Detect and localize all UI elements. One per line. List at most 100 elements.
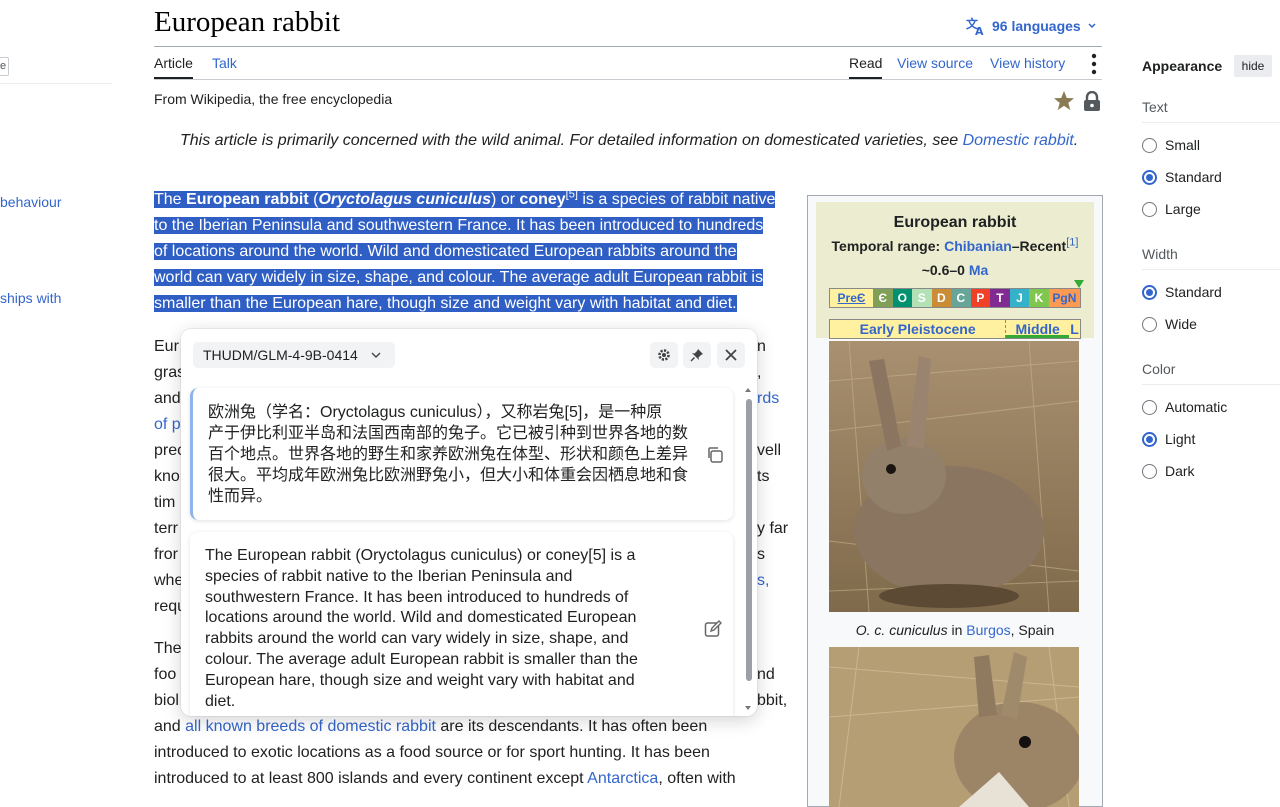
period-cell[interactable]: O xyxy=(892,289,913,307)
rabbit-photo-burgos[interactable] xyxy=(829,341,1079,612)
epoch-bar: Early Pleistocene Middle L xyxy=(829,319,1081,339)
rabbit-photo-second[interactable] xyxy=(829,647,1079,807)
tab-view-history[interactable]: View history xyxy=(990,55,1065,77)
toc-item-relationships[interactable]: ships with xyxy=(0,290,61,306)
radio-button-icon[interactable] xyxy=(1142,137,1157,153)
chevron-down-icon xyxy=(371,352,381,358)
link-domestic-breeds[interactable]: all known breeds of domestic rabbit xyxy=(185,718,436,735)
source-text: The European rabbit (Oryctolagus cunicul… xyxy=(205,547,638,710)
citation-1[interactable]: [1] xyxy=(1066,236,1078,248)
infobox-title: European rabbit xyxy=(893,214,1017,231)
radio-button-icon[interactable] xyxy=(1142,316,1157,332)
tab-article[interactable]: Article xyxy=(154,55,193,79)
svg-text:A: A xyxy=(975,25,984,36)
link-burgos[interactable]: Burgos xyxy=(966,622,1010,638)
radio-text-large[interactable]: Large xyxy=(1142,201,1201,217)
radio-color-dark[interactable]: Dark xyxy=(1142,463,1195,479)
period-cell[interactable]: S xyxy=(912,289,932,307)
period-cell[interactable]: T xyxy=(990,289,1010,307)
translate-icon: 文A xyxy=(966,16,984,36)
link-antarctica[interactable]: Antarctica xyxy=(587,770,658,787)
period-cell[interactable]: D xyxy=(931,289,952,307)
paragraph-3-right: nd bbit, xyxy=(757,666,788,709)
section-divider xyxy=(1142,384,1280,385)
close-icon[interactable] xyxy=(717,342,745,368)
scroll-down-icon[interactable] xyxy=(744,705,752,711)
hatnote-end: . xyxy=(1073,132,1079,149)
radio-button-icon[interactable] xyxy=(1142,399,1157,415)
period-cell[interactable]: Є xyxy=(872,289,893,307)
epoch-early-pleistocene[interactable]: Early Pleistocene xyxy=(830,320,1007,338)
page-title: European rabbit xyxy=(154,6,341,38)
link-ma[interactable]: Ma xyxy=(969,262,988,278)
lead-line: world can vary widely in size, shape, an… xyxy=(154,269,763,286)
section-divider xyxy=(1142,269,1280,270)
language-count: 96 languages xyxy=(992,18,1081,34)
toc-item-behaviour[interactable]: behaviour xyxy=(0,194,62,210)
citation-5[interactable]: [5] xyxy=(566,189,578,201)
radio-width-wide[interactable]: Wide xyxy=(1142,316,1197,332)
lead-line: to the Iberian Peninsula and southwester… xyxy=(154,217,764,234)
period-cell[interactable]: P xyxy=(970,289,991,307)
copy-icon[interactable] xyxy=(706,446,724,469)
scrollbar-thumb[interactable] xyxy=(746,399,752,681)
width-section-label: Width xyxy=(1142,246,1178,262)
radio-color-automatic[interactable]: Automatic xyxy=(1142,399,1227,415)
radio-text-small[interactable]: Small xyxy=(1142,137,1200,153)
period-cell[interactable]: PgN xyxy=(1048,289,1080,307)
occluded-paragraph-right: n , rds vell ts y far s s, xyxy=(757,338,789,589)
paragraph-3: and all known breeds of domestic rabbit … xyxy=(154,718,736,787)
radio-button-selected-icon[interactable] xyxy=(1142,284,1157,300)
settings-gear-icon[interactable] xyxy=(650,342,678,368)
range-ma: ~0.6–0 Ma xyxy=(921,262,989,278)
period-cell[interactable]: K xyxy=(1029,289,1049,307)
translation-text: 欧洲兔（学名：Oryctolagus cuniculus），又称岩兔[5]，是一… xyxy=(208,404,689,505)
range-marker-icon xyxy=(1074,280,1084,288)
epoch-middle[interactable]: Middle xyxy=(1006,320,1070,338)
pin-icon[interactable] xyxy=(683,342,711,368)
tab-read[interactable]: Read xyxy=(849,55,883,79)
site-tagline: From Wikipedia, the free encyclopedia xyxy=(154,91,393,107)
radio-button-icon[interactable] xyxy=(1142,463,1157,479)
popup-scrollbar[interactable] xyxy=(744,387,752,711)
model-name: THUDM/GLM-4-9B-0414 xyxy=(203,347,358,363)
lock-icon xyxy=(1083,90,1101,116)
hatnote-text: This article is primarily concerned with… xyxy=(180,132,963,149)
paragraph-3-left: The foo biol xyxy=(154,640,182,709)
section-divider xyxy=(1142,122,1280,123)
infobox-header: European rabbit Temporal range: Chibania… xyxy=(816,202,1094,339)
radio-button-icon[interactable] xyxy=(1142,201,1157,217)
tab-view-source[interactable]: View source xyxy=(897,55,973,77)
period-cell[interactable]: C xyxy=(951,289,971,307)
temporal-range: Temporal range: Chibanian–Recent[1] xyxy=(831,236,1079,254)
radio-color-light[interactable]: Light xyxy=(1142,431,1195,447)
lead-line: The European rabbit (Oryctolagus cunicul… xyxy=(154,188,776,208)
lead-paragraph: The European rabbit (Oryctolagus cunicul… xyxy=(154,187,794,317)
translation-popup: THUDM/GLM-4-9B-0414 欧洲兔（学名：Oryctolagus c… xyxy=(181,329,757,716)
epoch-late[interactable]: L xyxy=(1069,320,1080,338)
tab-talk[interactable]: Talk xyxy=(212,55,237,77)
edit-icon[interactable] xyxy=(704,620,722,643)
scroll-up-icon[interactable] xyxy=(744,387,752,393)
translation-result-card: 欧洲兔（学名：Oryctolagus cuniculus），又称岩兔[5]，是一… xyxy=(190,388,733,520)
chevron-down-icon xyxy=(1088,23,1096,29)
radio-button-selected-icon[interactable] xyxy=(1142,431,1157,447)
star-icon[interactable] xyxy=(1053,90,1075,117)
language-button[interactable]: 文A 96 languages xyxy=(966,16,1097,36)
sidebar-toggle-stub[interactable]: e xyxy=(0,57,9,76)
period-cell[interactable]: PreЄ xyxy=(830,289,873,307)
model-selector[interactable]: THUDM/GLM-4-9B-0414 xyxy=(193,342,395,368)
more-menu-icon[interactable] xyxy=(1086,52,1102,81)
radio-width-standard[interactable]: Standard xyxy=(1142,284,1222,300)
hatnote-link-domestic-rabbit[interactable]: Domestic rabbit xyxy=(963,132,1074,149)
period-cell[interactable]: J xyxy=(1009,289,1030,307)
lead-line: of locations around the world. Wild and … xyxy=(154,243,737,260)
appearance-title: Appearance xyxy=(1142,58,1223,74)
radio-button-selected-icon[interactable] xyxy=(1142,169,1157,185)
hide-appearance-button[interactable]: hide xyxy=(1234,55,1272,77)
photo-caption: O. c. cuniculus in Burgos, Spain xyxy=(855,622,1055,638)
sidebar-divider xyxy=(0,83,112,84)
radio-text-standard[interactable]: Standard xyxy=(1142,169,1222,185)
infobox: European rabbit Temporal range: Chibania… xyxy=(807,195,1103,807)
link-chibanian[interactable]: Chibanian xyxy=(944,238,1012,254)
